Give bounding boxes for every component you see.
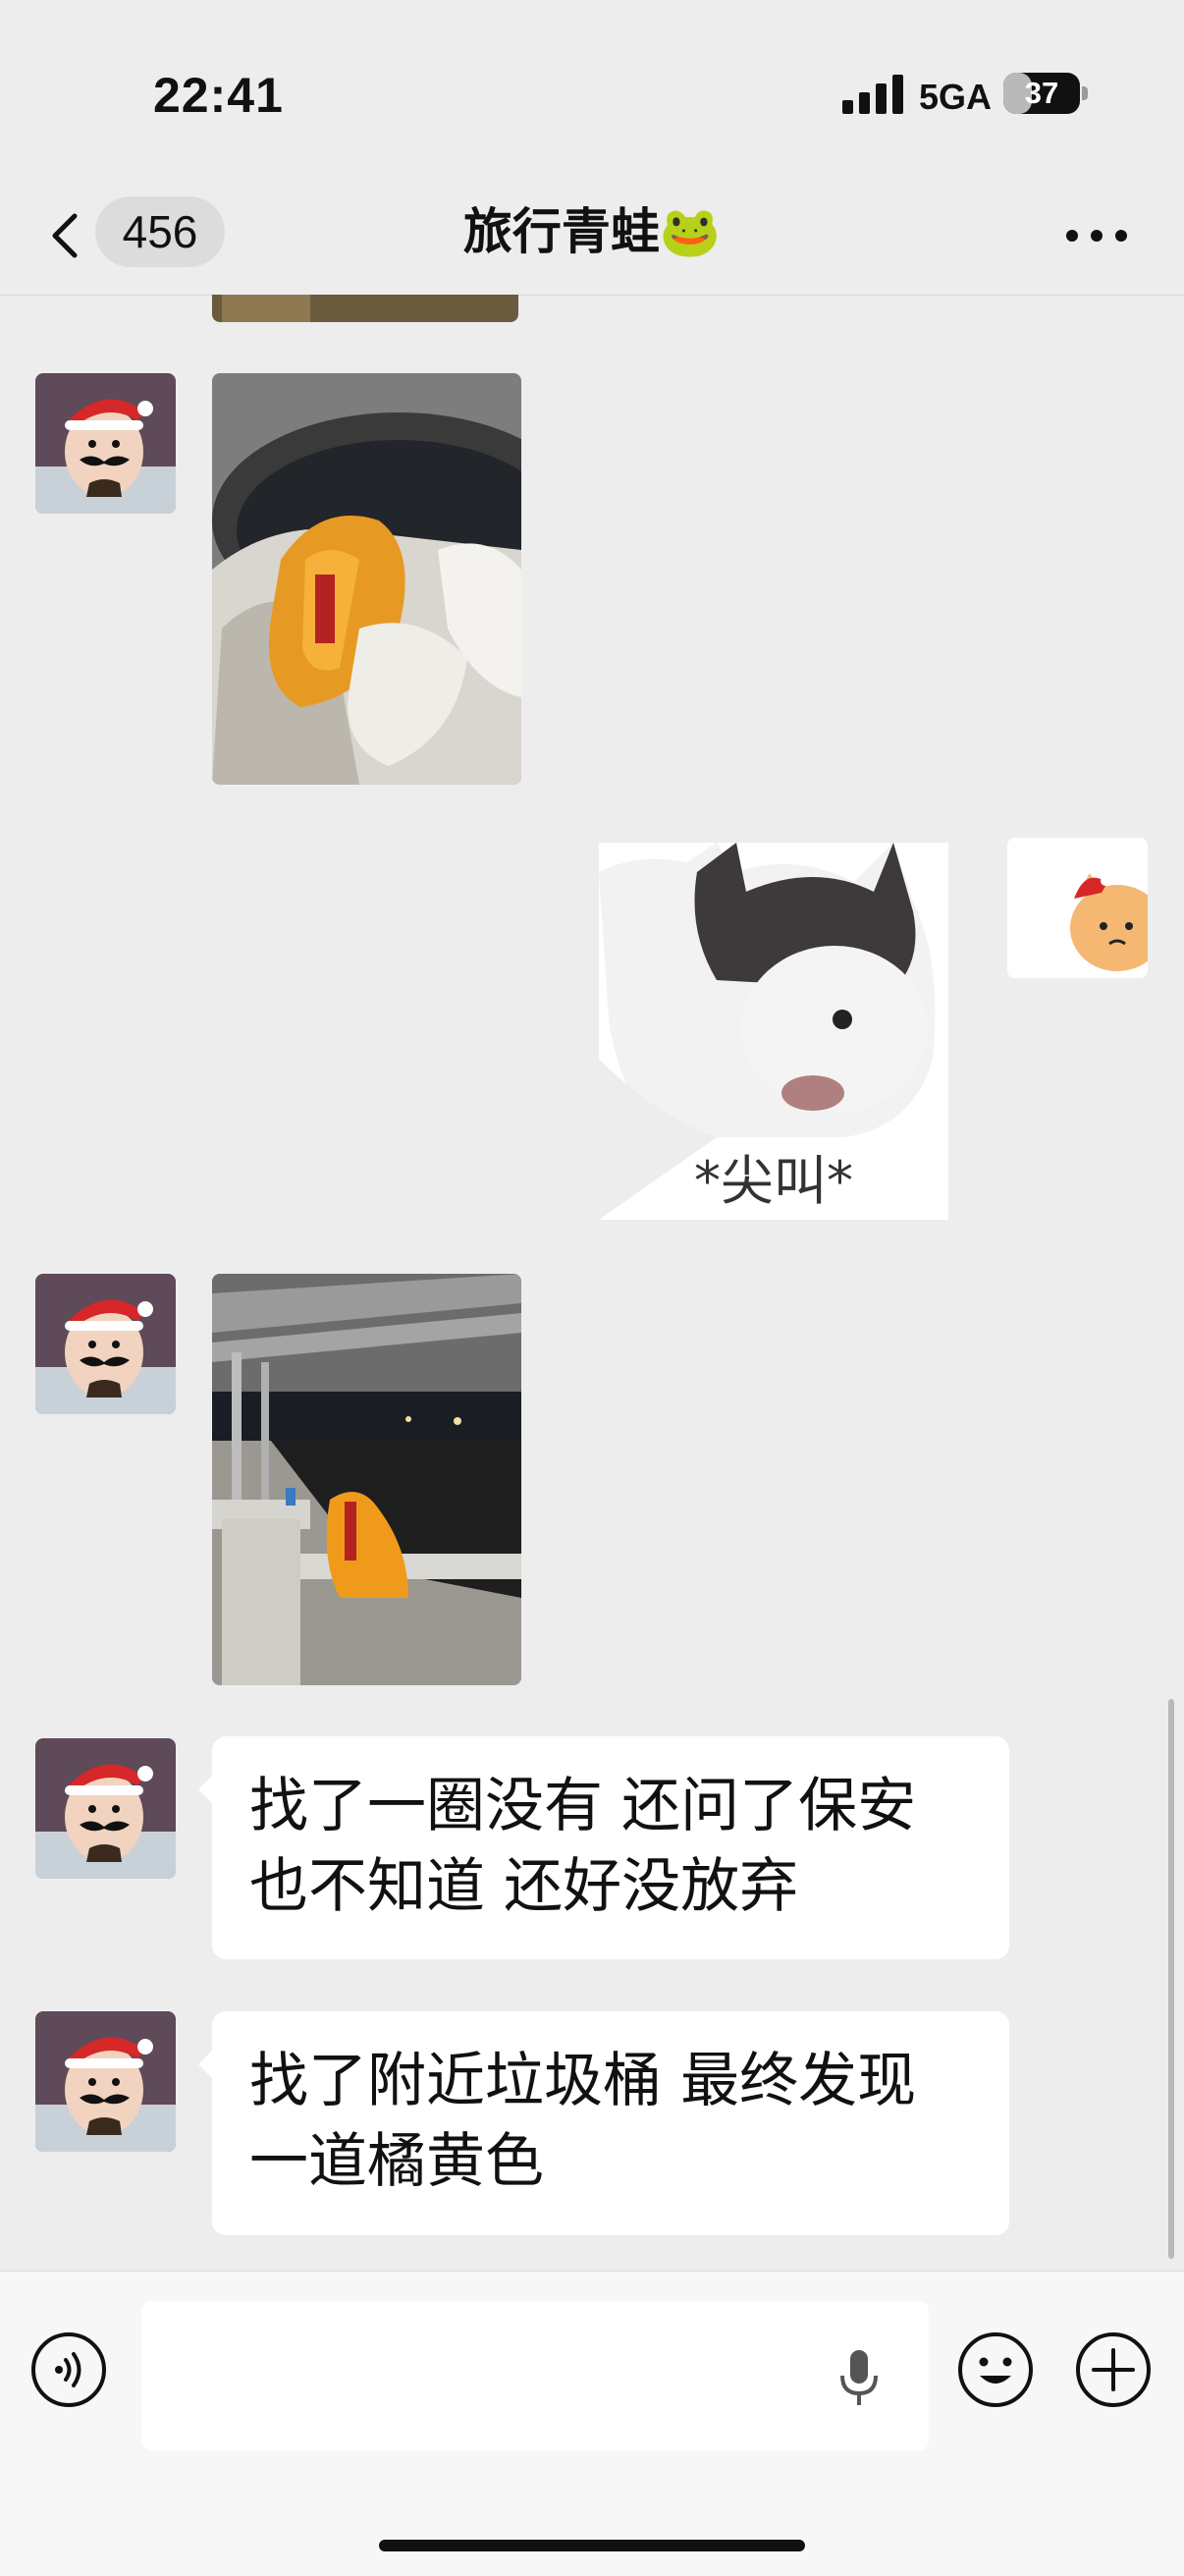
nav-bar: 456 旅行青蛙🐸 bbox=[0, 187, 1184, 296]
message-text: 找了一圈没有 还问了保安 也不知道 还好没放弃 bbox=[249, 1772, 917, 1921]
avatar[interactable] bbox=[35, 1738, 176, 1879]
microphone-icon[interactable] bbox=[834, 2348, 884, 2409]
battery-tip bbox=[1082, 86, 1088, 100]
message-bubble[interactable]: 找了一圈没有 还问了保安 也不知道 还好没放弃 bbox=[198, 1736, 1009, 1959]
back-chevron-icon[interactable] bbox=[39, 208, 94, 263]
avatar[interactable] bbox=[35, 373, 176, 514]
status-time: 22:41 bbox=[153, 68, 284, 123]
home-indicator[interactable] bbox=[379, 2540, 805, 2551]
battery-level: 37 bbox=[1024, 76, 1059, 110]
avatar-self[interactable] bbox=[1007, 838, 1148, 978]
sticker-caption: *尖叫* bbox=[694, 1150, 853, 1212]
unread-count-badge[interactable]: 456 bbox=[95, 196, 225, 267]
network-type: 5GA bbox=[919, 77, 993, 117]
voice-icon[interactable] bbox=[29, 2330, 108, 2409]
chat-title: 旅行青蛙🐸 bbox=[462, 203, 722, 260]
avatar[interactable] bbox=[35, 2011, 176, 2152]
previous-image-partial[interactable] bbox=[212, 295, 518, 322]
scrollbar[interactable] bbox=[1168, 1699, 1174, 2259]
plus-icon[interactable] bbox=[1074, 2330, 1153, 2409]
avatar[interactable] bbox=[35, 1274, 176, 1414]
emoji-icon[interactable] bbox=[956, 2330, 1035, 2409]
more-icon[interactable] bbox=[1062, 212, 1131, 257]
input-bar bbox=[0, 2271, 1184, 2576]
battery-icon: 37 bbox=[1003, 73, 1080, 114]
message-text: 找了附近垃圾桶 最终发现 一道橘黄色 bbox=[249, 2047, 917, 2196]
message-bubble[interactable]: 找了附近垃圾桶 最终发现 一道橘黄色 bbox=[198, 2011, 1009, 2235]
shoe-in-trash-can-photo[interactable] bbox=[212, 373, 521, 785]
sticker-image[interactable]: *尖叫* bbox=[599, 843, 948, 1220]
status-bar: 22:41 5GA 37 bbox=[0, 0, 1184, 187]
shoe-on-railing-photo[interactable] bbox=[212, 1274, 521, 1685]
message-input[interactable] bbox=[141, 2301, 929, 2450]
cellular-signal-icon bbox=[842, 75, 905, 114]
